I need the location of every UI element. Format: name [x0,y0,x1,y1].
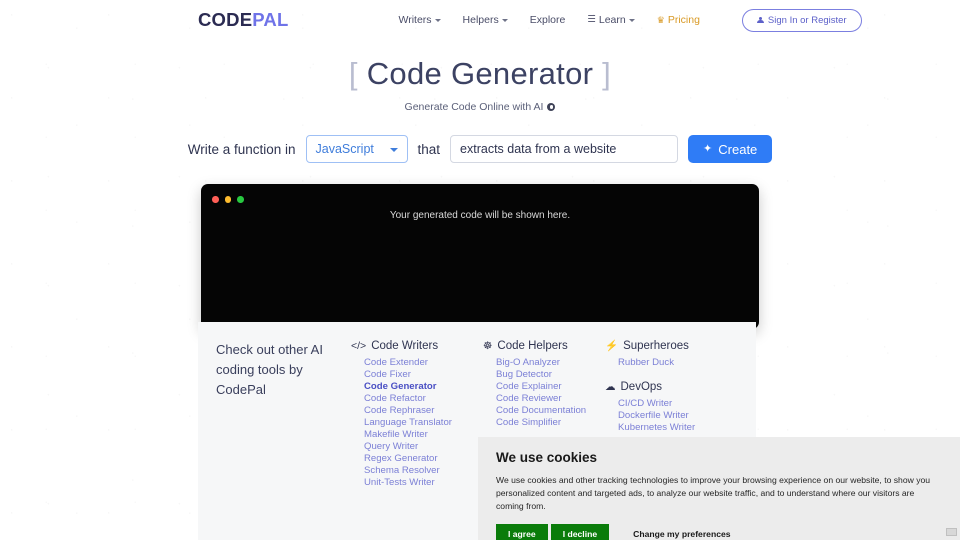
cookie-consent-banner: We use cookies We use cookies and other … [478,437,960,540]
sign-in-or-register-button[interactable]: Sign In or Register [741,8,862,32]
tool-link-language-translator[interactable]: Language Translator [351,417,483,429]
cookie-decline-button[interactable]: I decline [550,524,610,540]
tool-link-code-reviewer[interactable]: Code Reviewer [483,393,605,405]
tool-link-bug-detector[interactable]: Bug Detector [483,369,605,381]
cookie-agree-button[interactable]: I agree [496,524,548,540]
tool-link-code-rephraser[interactable]: Code Rephraser [351,405,483,417]
person-icon [756,16,764,24]
cookie-preferences-button[interactable]: Change my preferences [621,524,742,540]
cloud-icon: ☁ [605,380,616,393]
tool-link-makefile-writer[interactable]: Makefile Writer [351,429,483,441]
bracket-left: [ [348,56,358,91]
tool-link-regex-generator[interactable]: Regex Generator [351,453,483,465]
tool-link-dockerfile-writer[interactable]: Dockerfile Writer [605,410,725,422]
cookie-banner-body: We use cookies and other tracking techno… [496,475,931,511]
tool-link-rubber-duck[interactable]: Rubber Duck [605,357,725,369]
hero-section: [ Code Generator ] Generate Code Online … [0,56,960,113]
prompt-label-before: Write a function in [187,141,296,157]
scroll-indicator[interactable] [946,528,957,536]
tool-link-code-fixer[interactable]: Code Fixer [351,369,483,381]
code-brackets-icon: </> [351,339,367,352]
sparkle-icon: ✦ [703,142,713,155]
tools-intro-text: Check out other AI coding tools by CodeP… [216,342,323,397]
maximize-dot-icon [237,196,244,203]
group-title-code-helpers: Code Helpers [497,340,568,352]
nav-label-pricing: Pricing [667,14,700,26]
tool-link-unit-tests-writer[interactable]: Unit-Tests Writer [351,477,483,489]
page-subtitle-text: Generate Code Online with AI [404,101,544,113]
tool-link-code-refactor[interactable]: Code Refactor [351,393,483,405]
nav-item-writers[interactable]: Writers [398,14,441,26]
bracket-right: ] [602,56,612,91]
generated-code-panel: Your generated code will be shown here. [201,184,759,329]
tool-link-code-explainer[interactable]: Code Explainer [483,381,605,393]
nav-item-helpers[interactable]: Helpers [463,14,508,26]
life-ring-icon: ☸ [483,339,493,352]
nav-label-explore: Explore [529,14,566,26]
group-heading-devops: ☁ DevOps [605,381,725,393]
logo-text-pal: PAL [252,9,289,30]
nav-label-learn: Learn [598,14,626,26]
language-select-value: JavaScript [315,142,374,156]
tool-link-kubernetes-writer[interactable]: Kubernetes Writer [605,422,725,434]
nav-label-helpers: Helpers [462,14,499,26]
main-navigation: Writers Helpers Explore ☰ Learn ♛ Pricin… [398,8,862,32]
tool-link-cicd-writer[interactable]: CI/CD Writer [605,398,725,410]
cookie-banner-actions: I agree I decline Change my preferences [496,524,942,540]
tool-link-big-o-analyzer[interactable]: Big-O Analyzer [483,357,605,369]
language-select[interactable]: JavaScript [305,135,408,163]
create-button[interactable]: ✦ Create [688,135,773,163]
group-title-superheroes: Superheroes [623,340,689,352]
tool-link-query-writer[interactable]: Query Writer [351,441,483,453]
site-header: CODEPAL Writers Helpers Explore ☰ Learn … [0,0,960,40]
page-title: [ Code Generator ] [0,56,960,92]
tool-link-code-documentation[interactable]: Code Documentation [483,405,605,417]
chevron-down-icon [501,19,508,22]
window-control-dots [212,196,244,203]
chevron-down-icon [628,19,635,22]
nav-label-writers: Writers [398,14,432,26]
cookie-banner-title: We use cookies [496,450,598,465]
site-logo[interactable]: CODEPAL [198,9,288,31]
crown-icon: ♛ [656,14,665,25]
page-title-text: Code Generator [366,56,594,91]
nav-item-pricing[interactable]: ♛ Pricing [657,14,700,26]
create-button-label: Create [718,141,758,157]
group-title-devops: DevOps [620,381,663,393]
minimize-dot-icon [224,196,231,203]
tool-link-code-extender[interactable]: Code Extender [351,357,483,369]
info-circle-icon[interactable] [547,103,556,111]
tool-column-code-writers: </> Code Writers Code Extender Code Fixe… [351,340,483,540]
sign-in-label: Sign In or Register [767,14,847,26]
book-icon: ☰ [587,14,596,26]
tool-link-schema-resolver[interactable]: Schema Resolver [351,465,483,477]
nav-item-explore[interactable]: Explore [530,14,566,26]
tool-link-code-simplifier[interactable]: Code Simplifier [483,417,605,429]
code-placeholder-text: Your generated code will be shown here. [389,210,571,221]
prompt-label-after: that [417,141,441,157]
logo-text-code: CODE [198,9,253,30]
tool-link-code-generator[interactable]: Code Generator [351,381,483,393]
chevron-down-icon [389,148,398,152]
nav-item-learn[interactable]: ☰ Learn [587,14,635,26]
close-dot-icon [212,196,219,203]
group-title-code-writers: Code Writers [371,340,439,352]
group-heading-code-writers: </> Code Writers [351,340,483,352]
group-heading-code-helpers: ☸ Code Helpers [483,340,605,352]
group-heading-superheroes: ⚡ Superheroes [605,340,725,352]
lightning-bolt-icon: ⚡ [605,339,619,352]
page-subtitle: Generate Code Online with AI [0,101,960,113]
chevron-down-icon [434,19,441,22]
task-description-input[interactable] [450,135,679,163]
prompt-form: Write a function in JavaScript that ✦ Cr… [0,135,960,163]
